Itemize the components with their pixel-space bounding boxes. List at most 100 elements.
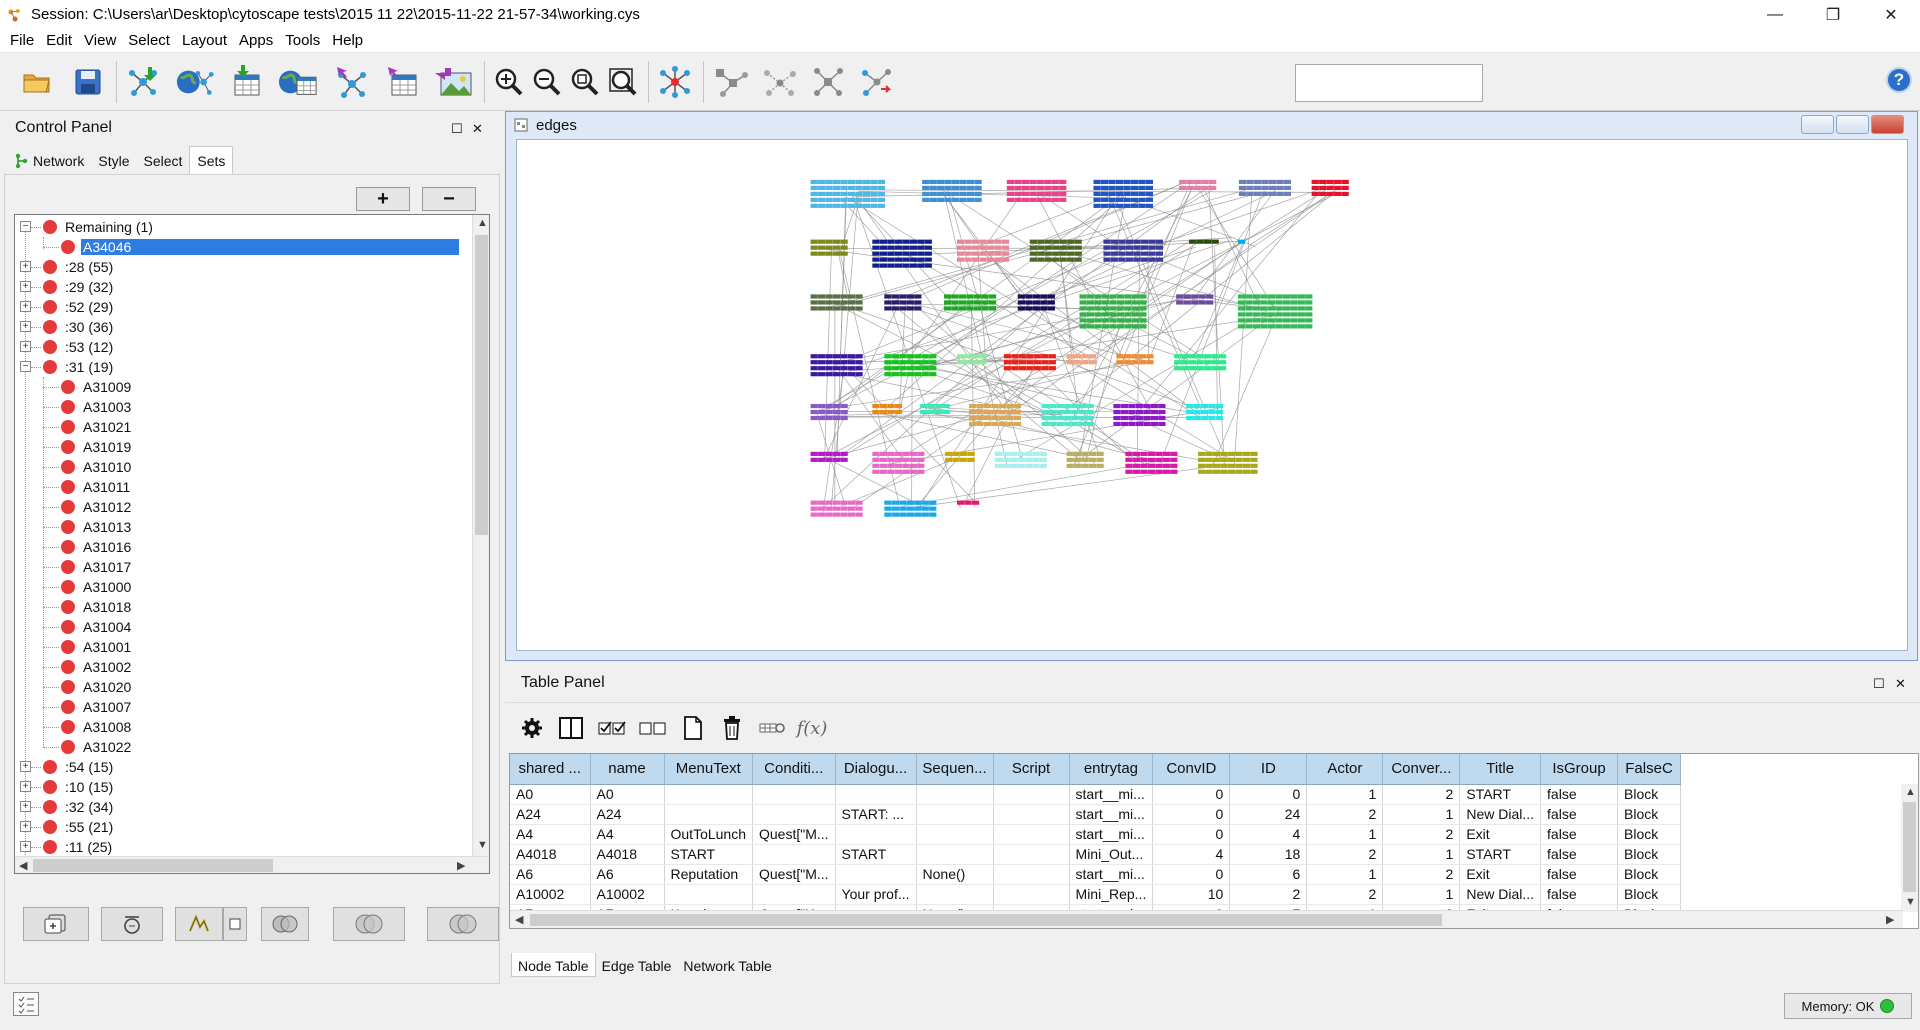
network-node[interactable] <box>818 415 826 421</box>
column-header[interactable]: MenuText <box>664 754 753 785</box>
network-node[interactable] <box>862 191 871 196</box>
network-node[interactable] <box>971 251 980 256</box>
network-node[interactable] <box>906 354 914 359</box>
network-node[interactable] <box>1081 354 1089 359</box>
table-row[interactable]: A24 A24 START: ... start__mi... 0 24 2 1 New Dia… <box>510 804 1682 825</box>
network-node[interactable] <box>914 512 922 517</box>
table-cell[interactable]: start__mi... <box>1069 824 1154 845</box>
network-node[interactable] <box>825 191 833 196</box>
network-node[interactable] <box>924 245 932 250</box>
network-node[interactable] <box>968 409 977 415</box>
network-node[interactable] <box>920 409 928 415</box>
network-node[interactable] <box>1145 191 1154 196</box>
table-cell[interactable] <box>916 844 994 865</box>
network-node[interactable] <box>1237 324 1246 329</box>
network-node[interactable] <box>1049 421 1057 427</box>
network-node[interactable] <box>914 506 922 511</box>
network-node[interactable] <box>1170 457 1178 462</box>
network-node[interactable] <box>914 306 922 311</box>
network-node[interactable] <box>966 306 974 311</box>
network-node[interactable] <box>825 415 833 421</box>
network-node[interactable] <box>855 366 863 371</box>
network-node[interactable] <box>1250 463 1258 468</box>
network-node[interactable] <box>1145 179 1154 185</box>
network-node[interactable] <box>906 372 914 377</box>
network-node[interactable] <box>1006 403 1014 409</box>
network-node[interactable] <box>1260 318 1268 323</box>
table-horizontal-scroll-thumb[interactable] <box>530 914 1442 926</box>
network-node[interactable] <box>1032 294 1040 299</box>
network-node[interactable] <box>991 409 999 415</box>
network-node[interactable] <box>1018 360 1027 365</box>
network-node[interactable] <box>902 245 910 250</box>
network-node[interactable] <box>887 463 895 468</box>
network-node[interactable] <box>840 372 848 377</box>
network-node[interactable] <box>1006 197 1015 202</box>
network-node[interactable] <box>917 257 925 262</box>
network-node[interactable] <box>1079 300 1087 305</box>
network-node[interactable] <box>1204 239 1212 244</box>
network-node[interactable] <box>840 251 848 256</box>
network-edge[interactable] <box>902 461 1157 507</box>
table-cell[interactable] <box>993 884 1070 905</box>
table-cell[interactable] <box>993 804 1070 825</box>
network-node[interactable] <box>906 360 914 365</box>
tree-expand-toggle[interactable]: − <box>20 221 31 232</box>
network-node[interactable] <box>832 251 841 256</box>
tree-expand-toggle[interactable]: + <box>20 821 31 832</box>
network-node[interactable] <box>1205 457 1213 462</box>
column-header[interactable]: Conver... <box>1382 754 1461 785</box>
network-node[interactable] <box>1209 185 1217 191</box>
network-edge[interactable] <box>858 190 1125 199</box>
network-node[interactable] <box>1215 409 1224 415</box>
table-cell[interactable]: 1 <box>1382 884 1461 905</box>
network-node[interactable] <box>1036 179 1044 185</box>
table-cell[interactable]: start__mi... <box>1069 784 1154 805</box>
network-node[interactable] <box>818 360 826 365</box>
network-node[interactable] <box>1198 451 1206 456</box>
network-node[interactable] <box>966 179 975 185</box>
network-node[interactable] <box>1079 403 1087 409</box>
network-node[interactable] <box>879 451 888 456</box>
network-node[interactable] <box>832 506 841 511</box>
network-node[interactable] <box>1100 179 1109 185</box>
network-node[interactable] <box>1179 185 1187 191</box>
table-cell[interactable]: A0 <box>590 784 665 805</box>
network-node[interactable] <box>998 409 1007 415</box>
network-node[interactable] <box>832 245 841 250</box>
network-node[interactable] <box>1334 179 1342 185</box>
zoom-fit-icon[interactable] <box>603 63 643 101</box>
network-node[interactable] <box>1305 324 1313 329</box>
network-node[interactable] <box>1143 409 1151 415</box>
network-node[interactable] <box>1067 257 1075 262</box>
network-canvas[interactable] <box>516 139 1908 651</box>
network-node[interactable] <box>1148 239 1156 244</box>
network-node[interactable] <box>872 451 880 456</box>
set-row[interactable]: :29 (32) <box>43 277 115 297</box>
network-node[interactable] <box>1124 324 1132 329</box>
network-node[interactable] <box>899 300 907 305</box>
network-node[interactable] <box>1110 257 1119 262</box>
tree-expand-toggle[interactable]: + <box>20 261 31 272</box>
network-node[interactable] <box>1237 312 1246 317</box>
network-node[interactable] <box>1253 185 1262 191</box>
table-row[interactable]: A4 A4 OutToLunch Quest["M... start__mi... 0 4 1… <box>510 824 1682 845</box>
scroll-up-icon[interactable]: ▲ <box>477 217 488 229</box>
network-node[interactable] <box>1170 469 1178 474</box>
network-node[interactable] <box>1138 203 1146 208</box>
network-node[interactable] <box>1118 239 1126 244</box>
network-node[interactable] <box>891 294 900 299</box>
table-cell[interactable]: 1 <box>1306 824 1384 845</box>
table-cell[interactable] <box>835 864 917 885</box>
network-node[interactable] <box>891 300 900 305</box>
network-node[interactable] <box>1186 403 1194 409</box>
table-cell[interactable]: 1 <box>1306 864 1384 885</box>
network-node[interactable] <box>971 245 980 250</box>
network-node[interactable] <box>951 300 959 305</box>
network-node[interactable] <box>909 263 917 268</box>
new-set-from-selection-icon[interactable] <box>23 907 89 941</box>
network-node[interactable] <box>1131 318 1140 323</box>
network-node[interactable] <box>1093 203 1101 208</box>
network-node[interactable] <box>855 197 863 202</box>
network-node[interactable] <box>1021 179 1030 185</box>
